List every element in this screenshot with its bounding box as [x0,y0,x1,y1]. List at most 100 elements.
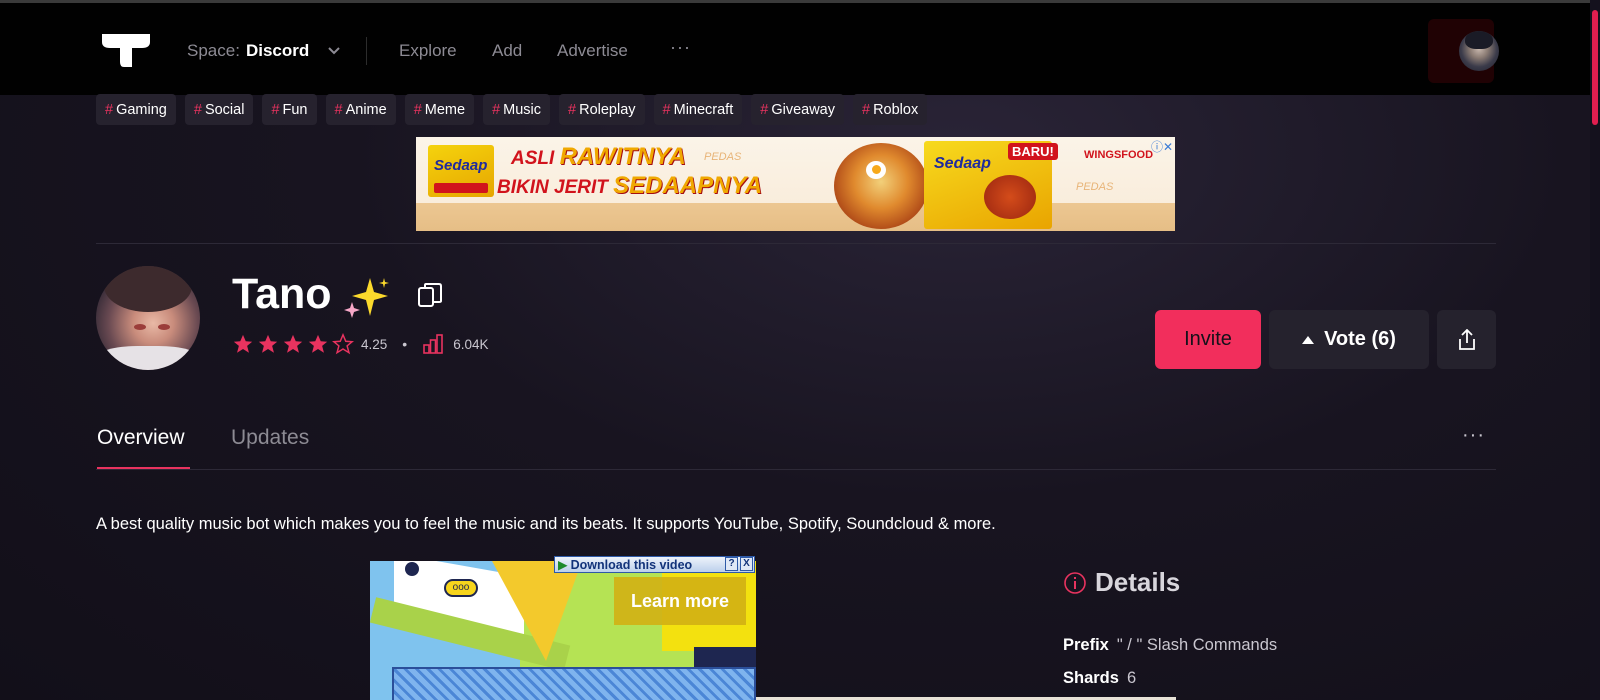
ad-pack-band [434,183,488,193]
scrollbar[interactable] [1590,0,1600,700]
hash-icon: # [760,101,769,118]
detail-shards: Shards 6 [1063,669,1136,688]
detail-prefix-label: Prefix [1063,636,1109,654]
play-icon: ▶ [558,558,568,572]
ad-pedas-text: PEDAS [1076,181,1114,193]
sparkles-icon [344,278,389,318]
ad-line1-a: ASLI [511,148,560,169]
invite-button[interactable]: Invite [1155,310,1261,369]
scrollbar-thumb[interactable] [1592,10,1598,125]
ad-choices-icon[interactable]: ⓘ✕ [1151,138,1173,155]
tag-label: Roblox [873,101,919,118]
tag-label: Fun [282,101,308,118]
tag-label: Meme [424,101,466,118]
detail-prefix: Prefix " / " Slash Commands [1063,636,1277,655]
top-navigation-bar: Space: Discord Explore Add Advertise ··· [0,0,1600,95]
ad-banner[interactable]: Sedaap ASLI RAWITNYA BIKIN JERIT SEDAAPN… [416,137,1175,231]
vote-label: Vote (6) [1324,328,1396,350]
ad-dish [984,175,1036,219]
tab-updates[interactable]: Updates [231,426,309,450]
tag-giveaway[interactable]: # Giveaway [751,94,844,125]
tag-minecraft[interactable]: # Minecraft [653,94,743,125]
tag-label: Minecraft [673,101,734,118]
star-outline-icon [332,333,354,355]
download-video-label: Download this video [570,557,693,572]
chevron-down-icon [328,47,340,55]
download-video-bar[interactable]: ▶ Download this video ? X [554,556,755,573]
nav-explore[interactable]: Explore [399,41,457,61]
space-value: Discord [245,41,310,60]
ad-new-badge: BARU! [1008,143,1058,160]
tag-social[interactable]: # Social [184,94,254,125]
star-icon [308,334,328,353]
nav-advertise[interactable]: Advertise [557,41,628,61]
info-icon [1064,572,1086,594]
ad-sponsor: WINGSFOOD [1084,149,1154,161]
avatar[interactable] [1459,31,1499,71]
ad-line2-a: BIKIN JERIT [497,176,614,198]
hash-icon: # [271,101,280,118]
detail-shards-value: 6 [1126,669,1137,687]
tag-meme[interactable]: # Meme [404,94,475,125]
nav-more-button[interactable]: ··· [670,37,691,58]
tag-label: Roleplay [579,101,636,118]
tag-label: Gaming [116,101,167,118]
tag-gaming[interactable]: # Gaming [96,94,176,125]
hash-icon: # [193,101,202,118]
server-count: 6.04K [453,336,489,352]
ad-product-pack-large: Sedaap BARU! [924,141,1058,229]
hash-icon: # [568,101,577,118]
ad-noodle-bowl [834,143,928,229]
tag-list: # Gaming # Social # Fun # Anime # Meme # Music… [96,94,928,125]
star-icon [233,334,253,353]
share-button[interactable] [1437,310,1496,369]
ad-brand: Sedaap [934,155,991,172]
separator: • [402,336,408,352]
hash-icon: # [492,101,501,118]
tag-music[interactable]: # Music [483,94,551,125]
caret-up-icon [1302,335,1315,344]
help-button[interactable]: ? [725,557,738,571]
nav-add[interactable]: Add [492,41,522,61]
hash-icon: # [662,101,671,118]
space-label: Space: [187,41,240,60]
nav-divider [366,37,367,65]
hash-icon: # [105,101,114,118]
hash-icon: # [334,101,343,118]
logo-icon[interactable] [102,34,150,67]
tab-overview[interactable]: Overview [97,426,185,450]
tabs-more-button[interactable]: ··· [1462,424,1485,447]
bot-avatar [96,266,200,370]
ad-line1-b: RAWITNYA [559,143,686,170]
bot-description: A best quality music bot which makes you… [96,515,996,533]
tag-roleplay[interactable]: # Roleplay [559,94,645,125]
ad-line2-b: SEDAAPNYA [613,171,763,199]
section-divider [96,243,1496,244]
tag-label: Social [204,101,245,118]
bot-rating: 4.25 • 6.04K [232,333,488,355]
star-icon [283,334,303,353]
share-icon [1458,328,1475,350]
rating-value: 4.25 [361,336,388,352]
speech-bubble: ooo [444,579,478,597]
bar-chart-icon [423,334,443,354]
tag-label: Music [503,101,542,118]
ad-pedas-text: PEDAS [704,151,742,163]
detail-prefix-value: " / " Slash Commands [1116,636,1278,654]
ad-product-pack: Sedaap [428,145,494,197]
tag-roblox[interactable]: # Roblox [853,94,928,125]
detail-shards-label: Shards [1063,669,1119,687]
details-title: Details [1095,567,1181,597]
hash-icon: # [862,101,871,118]
space-selector[interactable]: Space: Discord [187,41,343,61]
ad-brand: Sedaap [434,157,488,174]
bot-name: Tano [232,270,332,318]
copy-icon[interactable] [417,282,443,308]
learn-more-button[interactable]: Learn more [614,577,746,625]
close-button[interactable]: X [740,557,753,571]
tag-anime[interactable]: # Anime [325,94,396,125]
ad-egg [866,161,886,179]
tag-fun[interactable]: # Fun [262,94,317,125]
vote-button[interactable]: Vote (6) [1269,310,1429,369]
hash-icon: # [413,101,422,118]
